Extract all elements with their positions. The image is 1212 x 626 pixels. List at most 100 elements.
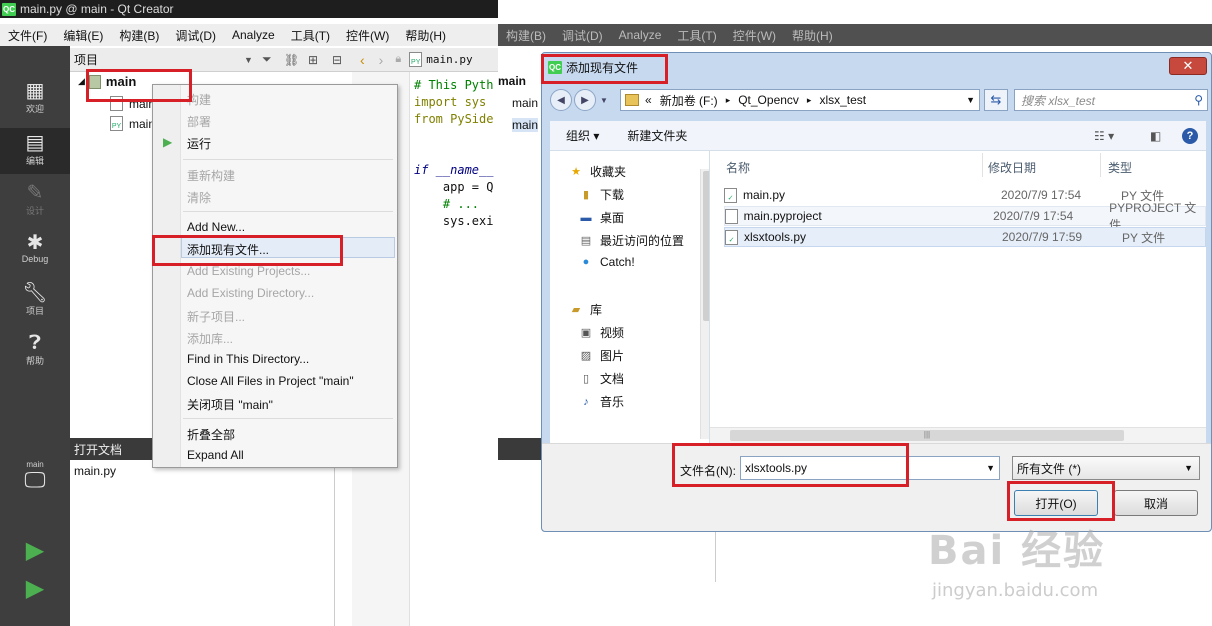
search-input[interactable]: 搜索 xlsx_test ⚲ bbox=[1014, 89, 1208, 111]
baidu-watermark-logo: Bai 经验 bbox=[928, 528, 1106, 574]
menu-analyze[interactable]: Analyze bbox=[224, 28, 283, 42]
command-bar: 组织 ▾ 新建文件夹 ☷ ▾ ◧ ? bbox=[550, 121, 1206, 151]
forward-button[interactable]: ▶ bbox=[574, 89, 596, 111]
address-dropdown-icon[interactable]: ▼ bbox=[966, 95, 975, 105]
column-header-date[interactable]: 修改日期 bbox=[988, 159, 1036, 176]
refresh-icon: ⇆ bbox=[990, 92, 1002, 107]
organize-button[interactable]: 组织 ▾ bbox=[566, 127, 599, 144]
menu-item-collapse-all[interactable]: 折叠全部 bbox=[187, 426, 235, 443]
menu-widgets[interactable]: 控件(W) bbox=[338, 27, 397, 44]
menu-tools[interactable]: 工具(T) bbox=[283, 27, 338, 44]
dialog-footer: 文件名(N): xlsxtools.py ▼ 所有文件 (*) ▼ 打开(O) … bbox=[542, 443, 1211, 531]
nav-back-icon[interactable]: ‹ bbox=[360, 52, 365, 68]
mode-selector: ▦ 欢迎 ▤ 编辑 ✎ 设计 ✱ Debug 🔧︎ 项目 ❓︎ 帮助 main … bbox=[0, 46, 70, 626]
menu-item-add-new[interactable]: Add New... bbox=[187, 220, 245, 234]
file-row-selected[interactable]: ✓ xlsxtools.py 2020/7/9 17:59 PY 文件 bbox=[724, 227, 1206, 247]
cancel-button[interactable]: 取消 bbox=[1114, 490, 1198, 516]
tree-item-main-py[interactable]: PY main bbox=[110, 116, 155, 131]
mode-projects[interactable]: 🔧︎ 项目 bbox=[0, 282, 70, 317]
menu-item-close-project[interactable]: 关闭项目 "main" bbox=[187, 396, 273, 413]
run-button[interactable]: ▶ bbox=[0, 539, 70, 563]
menu-item-add-existing-projects[interactable]: Add Existing Projects... bbox=[187, 264, 310, 278]
breadcrumb-xlsx-test[interactable]: xlsx_test bbox=[819, 93, 866, 107]
breadcrumb-qt-opencv[interactable]: Qt_Opencv bbox=[738, 93, 799, 107]
nav-recent[interactable]: ▤ 最近访问的位置 bbox=[578, 232, 684, 249]
nav-catch[interactable]: ● Catch! bbox=[578, 255, 635, 269]
link-icon[interactable]: ⛓ bbox=[284, 53, 299, 67]
file-list-hscrollbar[interactable]: ||| bbox=[710, 427, 1206, 443]
code-line: # ... bbox=[414, 197, 480, 211]
breadcrumb-drive[interactable]: 新加卷 (F:) bbox=[660, 92, 718, 109]
close-pane-icon[interactable]: ⊟ bbox=[332, 53, 342, 67]
tree-item-pyproject[interactable]: main bbox=[110, 96, 155, 111]
nav-documents[interactable]: ▯ 文档 bbox=[578, 370, 624, 387]
menu-debug[interactable]: 调试(D) bbox=[167, 27, 224, 44]
scroll-thumb[interactable]: ||| bbox=[730, 430, 1124, 441]
open-button[interactable]: 打开(O) bbox=[1014, 490, 1098, 516]
mode-help[interactable]: ❓︎ 帮助 bbox=[0, 332, 70, 367]
back-button[interactable]: ◀ bbox=[550, 89, 572, 111]
file-icon bbox=[110, 96, 123, 111]
dialog-title: 添加现有文件 bbox=[566, 60, 639, 75]
filter-dropdown-icon[interactable]: ▼ bbox=[1184, 463, 1193, 473]
close-button[interactable]: ✕ bbox=[1169, 57, 1207, 75]
new-folder-button[interactable]: 新建文件夹 bbox=[627, 127, 687, 144]
refresh-button[interactable]: ⇆ bbox=[984, 89, 1008, 111]
view-options-icon[interactable]: ☷ ▾ bbox=[1094, 129, 1114, 143]
preview-pane-icon[interactable]: ◧ bbox=[1150, 129, 1161, 143]
nav-desktop[interactable]: ▬ 桌面 bbox=[578, 209, 625, 226]
nav-forward-icon[interactable]: › bbox=[379, 52, 384, 68]
filename-dropdown-icon[interactable]: ▼ bbox=[986, 463, 995, 473]
column-header-name[interactable]: 名称 bbox=[726, 159, 750, 176]
nav-music[interactable]: ♪ 音乐 bbox=[578, 393, 624, 410]
column-header-type[interactable]: 类型 bbox=[1108, 159, 1132, 176]
debug-run-button[interactable]: ▶ bbox=[0, 577, 70, 601]
menu-item-run[interactable]: 运行 bbox=[187, 135, 211, 152]
nav-favorites[interactable]: ★ 收藏夹 bbox=[568, 163, 626, 180]
menu-item-expand-all[interactable]: Expand All bbox=[187, 448, 244, 462]
menu-item-add-existing-files[interactable]: 添加现有文件... bbox=[187, 241, 269, 258]
filter-icon[interactable]: ⏷ bbox=[262, 52, 272, 67]
editor-tab-label[interactable]: main.py bbox=[426, 53, 472, 66]
menu-file[interactable]: 文件(F) bbox=[0, 27, 55, 44]
menu-item-find-in-directory[interactable]: Find in This Directory... bbox=[187, 352, 309, 366]
history-dropdown-icon[interactable]: ▼ bbox=[600, 96, 608, 105]
menu-item-deploy[interactable]: 部署 bbox=[187, 113, 211, 130]
menu-item-add-existing-directory[interactable]: Add Existing Directory... bbox=[187, 286, 314, 300]
menu-item-close-all-files[interactable]: Close All Files in Project "main" bbox=[187, 374, 354, 388]
mode-edit[interactable]: ▤ 编辑 bbox=[0, 128, 70, 174]
nav-scrollbar[interactable] bbox=[700, 169, 709, 439]
mode-welcome[interactable]: ▦ 欢迎 bbox=[0, 80, 70, 115]
nav-downloads[interactable]: ▮ 下载 bbox=[578, 186, 624, 203]
scroll-thumb[interactable] bbox=[703, 171, 709, 321]
menu-edit[interactable]: 编辑(E) bbox=[55, 27, 111, 44]
breadcrumb-separator-icon: ▸ bbox=[806, 94, 812, 105]
tree-root-main[interactable]: ◢ main bbox=[78, 74, 136, 89]
nav-videos[interactable]: ▣ 视频 bbox=[578, 324, 624, 341]
file-type-filter[interactable]: 所有文件 (*) ▼ bbox=[1012, 456, 1200, 480]
menu-item-rebuild[interactable]: 重新构建 bbox=[187, 167, 235, 184]
filename-input[interactable]: xlsxtools.py ▼ bbox=[740, 456, 1000, 480]
menu-build[interactable]: 构建(B) bbox=[111, 27, 167, 44]
dropdown-icon[interactable]: ▼ bbox=[244, 55, 253, 65]
menu-item-clean[interactable]: 清除 bbox=[187, 189, 211, 206]
mode-debug[interactable]: ✱ Debug bbox=[0, 232, 70, 264]
pencil-icon: ✎ bbox=[26, 182, 44, 204]
menu-item-build[interactable]: 构建 bbox=[187, 91, 211, 108]
menu-help[interactable]: 帮助(H) bbox=[397, 27, 454, 44]
menu-item-new-subproject[interactable]: 新子项目... bbox=[187, 308, 245, 325]
mode-design[interactable]: ✎ 设计 bbox=[0, 182, 70, 217]
python-file-icon: ✓ bbox=[724, 187, 737, 203]
background-tree-peek: main main main bbox=[498, 46, 542, 436]
address-bar[interactable]: « 新加卷 (F:) ▸ Qt_Opencv ▸ xlsx_test ▼ bbox=[620, 89, 980, 111]
expand-arrow-icon[interactable]: ◢ bbox=[78, 76, 85, 87]
background-panel-header bbox=[498, 438, 542, 460]
menu-item-add-library[interactable]: 添加库... bbox=[187, 330, 233, 347]
nav-libraries[interactable]: ▰ 库 bbox=[568, 301, 602, 318]
help-icon[interactable]: ? bbox=[1182, 127, 1198, 144]
file-row[interactable]: main.pyproject 2020/7/9 17:54 PYPROJECT … bbox=[724, 201, 1206, 232]
code-line: app = Q bbox=[414, 180, 494, 194]
kit-selector[interactable]: main 🖵 bbox=[0, 460, 70, 491]
split-icon[interactable]: ⊞ bbox=[308, 53, 318, 67]
nav-pictures[interactable]: ▨ 图片 bbox=[578, 347, 624, 364]
